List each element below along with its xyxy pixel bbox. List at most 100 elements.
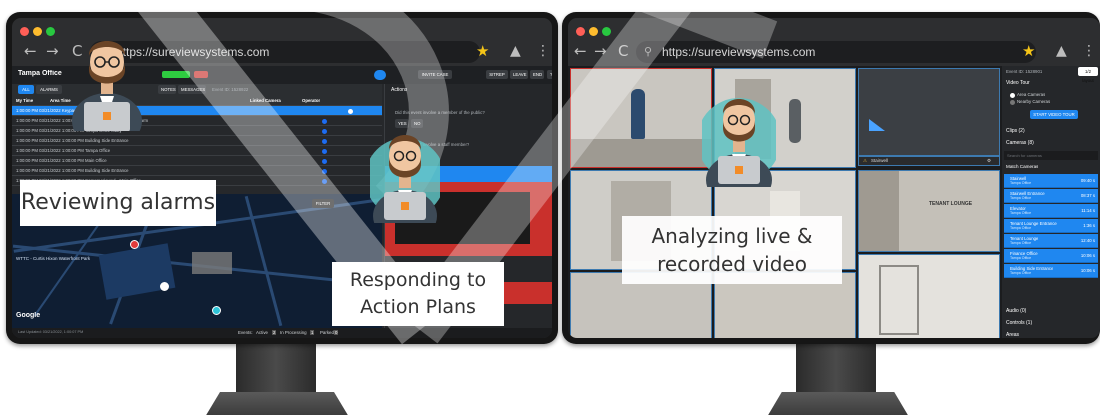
- site-map-pin[interactable]: [160, 282, 169, 291]
- camera-time: 09:40 s: [1080, 178, 1095, 183]
- table-row[interactable]: 1:00:00 PM 03/21/2022 1:00:00 PM Buildin…: [12, 166, 382, 176]
- camera-list-item[interactable]: Finance Office Tampa Office 10:06 s: [1004, 249, 1098, 263]
- reload-icon[interactable]: C: [618, 42, 628, 60]
- row-indicator: [322, 139, 327, 144]
- col-my-time: My Time: [16, 98, 34, 103]
- right-screen: ← → C ⚲ https://sureviewsystems.com ★ ▲ …: [568, 18, 1100, 338]
- invite-case-button[interactable]: INVITE CASE: [418, 70, 452, 79]
- camera-tile[interactable]: TENANT LOUNGE: [858, 170, 1000, 252]
- tab-alarms[interactable]: ALARMS: [36, 85, 62, 94]
- col-linked-camera: Linked Camera: [250, 98, 281, 103]
- clips-heading[interactable]: Clips (2): [1006, 128, 1025, 134]
- camera-search-input[interactable]: Search for cameras: [1004, 151, 1098, 160]
- events-label: Events:: [238, 330, 253, 335]
- alarm-map-pin[interactable]: [130, 240, 139, 249]
- address-bar[interactable]: ⚲ https://sureviewsystems.com: [90, 41, 480, 63]
- left-monitor-neck: [236, 340, 316, 398]
- table-row[interactable]: 1:00:00 PM 03/21/2022 1:00:00 PM Tampa O…: [12, 146, 382, 156]
- status-footer: Last Updated: 03/21/2022, 1:00:07 PM Eve…: [12, 328, 552, 338]
- areas-heading[interactable]: Areas: [1006, 332, 1019, 338]
- camera-list-item[interactable]: Stairwell Tampa Office 09:40 s: [1004, 174, 1098, 188]
- camera-site: Tampa Office: [1010, 271, 1032, 275]
- share-icon[interactable]: ▲: [1056, 43, 1067, 59]
- callout-analyzing: Analyzing live & recorded video: [622, 216, 842, 284]
- maximize-dot-icon[interactable]: [46, 27, 55, 36]
- leave-button[interactable]: LEAVE: [510, 70, 528, 79]
- camera-list-item[interactable]: Tenant Lounge Entrance Tampa Office 1:36 s: [1004, 219, 1098, 233]
- warning-icon: ⚠: [863, 158, 868, 163]
- camera-tile[interactable]: [570, 68, 712, 168]
- table-row[interactable]: 1:00:00 PM 03/21/2022 1:00:00 PM Emergen…: [12, 116, 382, 126]
- camera-tile[interactable]: [858, 254, 1000, 338]
- in-processing-count: 1: [310, 330, 315, 335]
- callout-analyzing-line2: recorded video: [657, 252, 807, 276]
- tab-all[interactable]: ALL: [18, 85, 34, 94]
- match-cameras-heading[interactable]: Match Cameras: [1006, 164, 1038, 169]
- tab-strip: ALL ALARMS NOTES MESSAGES Event ID: 1528…: [12, 84, 382, 96]
- status-toggle-red[interactable]: [194, 71, 208, 78]
- forward-icon[interactable]: →: [46, 42, 59, 60]
- controls-heading[interactable]: Controls (1): [1006, 320, 1032, 326]
- radio-nearby-cameras[interactable]: [1010, 100, 1015, 105]
- table-row[interactable]: 1:00:00 PM 03/21/2022 1:00:00 PM Tampa O…: [12, 126, 382, 136]
- radio-area-cameras[interactable]: [1010, 93, 1015, 98]
- col-area-time: Area Time: [50, 98, 71, 103]
- settings-icon[interactable]: ⚙: [987, 158, 991, 164]
- back-icon[interactable]: ←: [24, 42, 37, 60]
- url-text: https://sureviewsystems.com: [662, 45, 816, 59]
- camera-time: 10:06 s: [1080, 268, 1095, 273]
- user-avatar[interactable]: [374, 70, 386, 80]
- address-bar[interactable]: ⚲ https://sureviewsystems.com: [636, 41, 1036, 63]
- status-toggle-green[interactable]: [162, 71, 190, 78]
- bookmark-star-icon[interactable]: ★: [1022, 42, 1035, 60]
- table-row[interactable]: 1:00:00 PM 03/21/2022 Keypad alarm - Tam…: [12, 106, 382, 116]
- camera-site: Tampa Office: [1010, 256, 1032, 260]
- tab-notes[interactable]: NOTES: [158, 85, 176, 94]
- layout-badge[interactable]: 1/2 layout: [1078, 67, 1098, 83]
- share-icon[interactable]: ▲: [510, 43, 521, 59]
- table-row[interactable]: 1:00:00 PM 03/21/2022 1:00:00 PM Main Of…: [12, 156, 382, 166]
- start-video-tour-button[interactable]: START VIDEO TOUR: [1030, 110, 1078, 119]
- bookmark-star-icon[interactable]: ★: [476, 42, 489, 60]
- cameras-heading[interactable]: Cameras (8): [1006, 140, 1034, 146]
- callout-analyzing-line1: Analyzing live &: [651, 224, 813, 248]
- minimize-dot-icon[interactable]: [589, 27, 598, 36]
- row-indicator: [322, 169, 327, 174]
- col-operator: Operator: [302, 98, 321, 103]
- back-icon[interactable]: ←: [574, 42, 587, 60]
- map-place-label: WTTC - Curtis Hixon Waterfront Park: [16, 256, 91, 261]
- camera-site: Tampa Office: [1010, 181, 1032, 185]
- more-menu-icon[interactable]: ⋮: [1082, 43, 1096, 59]
- camera-map-pin[interactable]: [212, 306, 221, 315]
- camera-list-item[interactable]: Building Side Entrance Tampa Office 10:06 …: [1004, 264, 1098, 278]
- minimize-dot-icon[interactable]: [33, 27, 42, 36]
- sitrep-button[interactable]: SITREP: [486, 70, 508, 79]
- alarm-table: My Time Area Time Linked Camera Operator…: [12, 96, 382, 191]
- active-count: 2: [272, 330, 277, 335]
- row-text: 1:00:00 PM 03/21/2022 1:00:00 PM Tampa O…: [16, 148, 111, 153]
- table-row[interactable]: 1:00:00 PM 03/21/2022 1:00:00 PM Buildin…: [12, 136, 382, 146]
- actions-title: Actions: [391, 87, 408, 93]
- tab-messages[interactable]: MESSAGES: [178, 85, 206, 94]
- camera-list-item[interactable]: Tenant Lounge Tampa Office 12:40 s: [1004, 234, 1098, 248]
- tenant-lounge-sign: TENANT LOUNGE: [929, 201, 973, 207]
- close-dot-icon[interactable]: [20, 27, 29, 36]
- camera-time: 12:40 s: [1080, 238, 1095, 243]
- maximize-dot-icon[interactable]: [602, 27, 611, 36]
- camera-list-item[interactable]: Elevator Tampa Office 11:14 s: [1004, 204, 1098, 218]
- close-dot-icon[interactable]: [576, 27, 585, 36]
- camera-time: 1:36 s: [1083, 223, 1095, 228]
- stage: ← → C ⚲ https://sureviewsystems.com ★ ▲ …: [0, 0, 1100, 415]
- end-button[interactable]: END: [530, 70, 544, 79]
- forward-icon[interactable]: →: [594, 42, 607, 60]
- camera-sidebar: Event ID: 1528901 1/2 layout Video Tour …: [1002, 66, 1100, 338]
- map-filter-button[interactable]: FILTER: [312, 199, 334, 208]
- help-button[interactable]: ?: [547, 70, 552, 79]
- video-tour-heading[interactable]: Video Tour: [1006, 80, 1030, 86]
- more-menu-icon[interactable]: ⋮: [536, 43, 550, 59]
- camera-tile[interactable]: [858, 68, 1000, 156]
- row-indicator: [322, 119, 327, 124]
- camera-list-item[interactable]: Stairwell Entrance Tampa Office 08:37 s: [1004, 189, 1098, 203]
- audio-heading[interactable]: Audio (0): [1006, 308, 1026, 314]
- callout-responding: Responding to Action Plans: [332, 262, 504, 326]
